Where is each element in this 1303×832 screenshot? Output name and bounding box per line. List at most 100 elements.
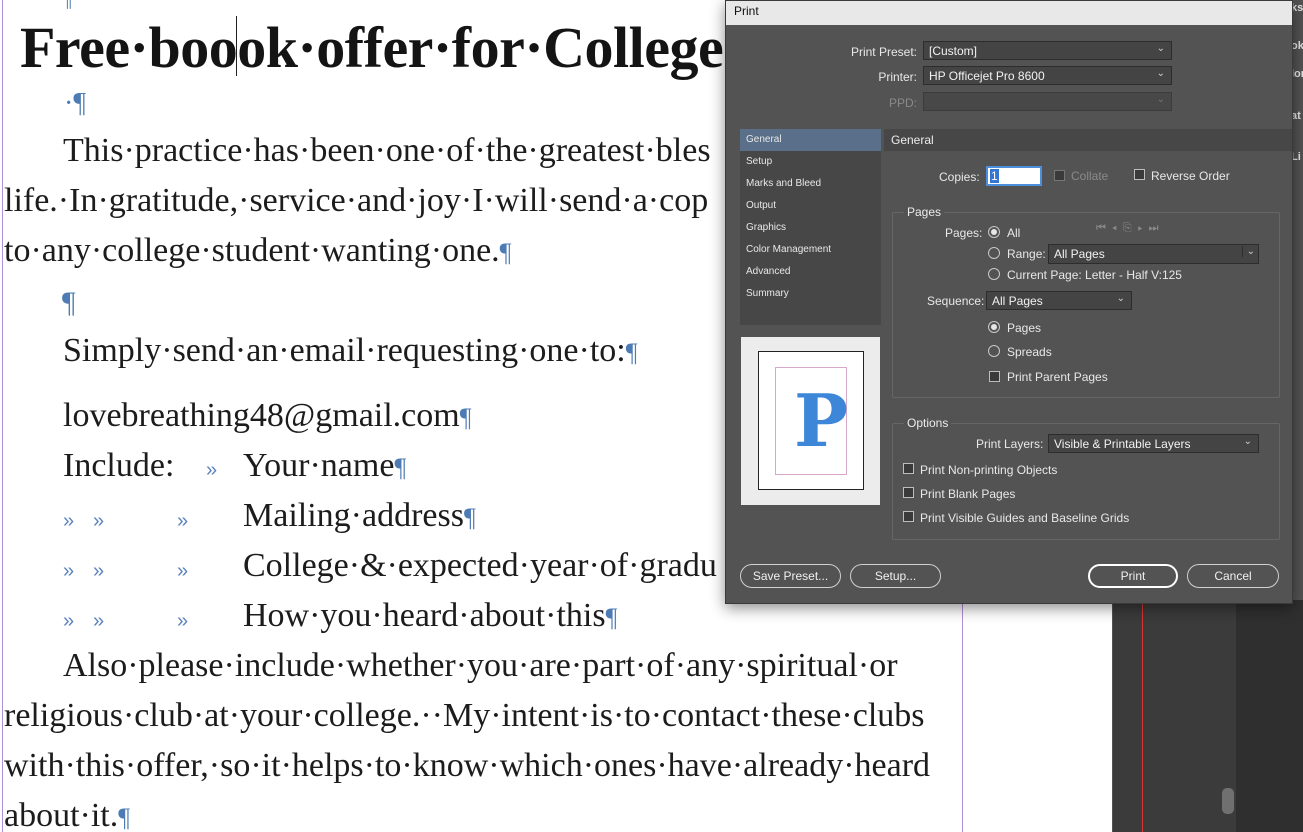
spreads-label[interactable]: Spreads xyxy=(1007,345,1052,359)
panel-scrollbar-thumb[interactable] xyxy=(1222,788,1234,814)
print-category-list: General Setup Marks and Bleed Output Gra… xyxy=(740,129,881,325)
print-guides-label[interactable]: Print Visible Guides and Baseline Grids xyxy=(920,511,1129,525)
print-guides-checkbox[interactable] xyxy=(903,511,914,522)
print-preset-label: Print Preset: xyxy=(850,45,917,59)
paragraph-line[interactable]: life.·In·gratitude,·service·and·joy·I·wi… xyxy=(4,182,708,220)
chevron-down-icon: ⌄ xyxy=(1116,293,1125,304)
save-preset-button[interactable]: Save Preset... xyxy=(740,564,841,588)
nav-item-general[interactable]: General xyxy=(740,129,881,151)
preview-page: P xyxy=(758,351,864,490)
tab-marker: » xyxy=(93,610,105,632)
pilcrow-mark: ¶ xyxy=(463,503,476,532)
tab-marker: » xyxy=(93,560,105,582)
pages-label: Pages: xyxy=(945,226,983,240)
paragraph-line[interactable]: with·this·offer,·so·it·helps·to·know·whi… xyxy=(4,747,930,785)
options-group-title: Options xyxy=(904,416,952,430)
ppd-dropdown: ⌄ xyxy=(923,92,1172,111)
tab-marker: » xyxy=(93,510,105,532)
email-address-text[interactable]: lovebreathing48@gmail.com xyxy=(63,397,460,434)
print-non-printing-checkbox[interactable] xyxy=(903,463,914,474)
collate-checkbox xyxy=(1054,170,1065,181)
sequence-label: Sequence: xyxy=(927,294,985,308)
paragraph-line[interactable]: This·practice·has·been·one·of·the·greate… xyxy=(63,132,711,170)
preview-margins: P xyxy=(775,367,849,475)
paragraph-line[interactable]: Also·please·include·whether·you·are·part… xyxy=(63,647,898,685)
print-parent-pages-label[interactable]: Print Parent Pages xyxy=(1007,370,1108,384)
tab-marker: » xyxy=(63,510,75,532)
nav-item-advanced[interactable]: Advanced xyxy=(740,261,881,283)
include-label[interactable]: Include: xyxy=(63,447,174,485)
chevron-down-icon: ⌄ xyxy=(1241,246,1255,257)
setup-button[interactable]: Setup... xyxy=(850,564,941,588)
section-header: General xyxy=(884,129,1292,151)
paragraph-line[interactable]: religious·club·at·your·college.··My·inte… xyxy=(4,697,925,735)
tab-marker: » xyxy=(177,610,189,632)
red-guide-line xyxy=(1142,600,1143,832)
list-item[interactable]: Your·name xyxy=(243,447,394,484)
all-pages-label[interactable]: All xyxy=(1007,226,1020,240)
page-preview[interactable]: P xyxy=(741,337,880,505)
print-non-printing-label[interactable]: Print Non-printing Objects xyxy=(920,463,1057,477)
tab-marker: » xyxy=(177,510,189,532)
range-input[interactable]: All Pages ⌄ xyxy=(1048,244,1259,264)
chevron-down-icon: ⌄ xyxy=(1156,94,1165,105)
print-dialog: Print Print Preset: [Custom] ⌄ Printer: H… xyxy=(725,0,1293,604)
print-layers-label: Print Layers: xyxy=(976,437,1044,451)
printer-dropdown[interactable]: HP Officejet Pro 8600 ⌄ xyxy=(923,66,1172,85)
print-preset-dropdown[interactable]: [Custom] ⌄ xyxy=(923,41,1172,60)
cancel-button[interactable]: Cancel xyxy=(1187,564,1279,588)
current-page-radio[interactable] xyxy=(988,268,1000,280)
paragraph-line[interactable]: about·it. xyxy=(4,797,118,832)
print-button[interactable]: Print xyxy=(1088,564,1178,588)
printer-label: Printer: xyxy=(878,70,917,84)
nav-item-setup[interactable]: Setup xyxy=(740,151,881,173)
nav-item-summary[interactable]: Summary xyxy=(740,283,881,305)
chevron-down-icon: ⌄ xyxy=(1156,68,1165,79)
title-pilcrow: ¶ xyxy=(62,0,72,12)
panel-scroll-track xyxy=(1236,600,1303,832)
nav-item-output[interactable]: Output xyxy=(740,195,881,217)
tab-marker: » xyxy=(63,610,75,632)
reverse-order-checkbox[interactable] xyxy=(1134,169,1145,180)
print-blank-pages-checkbox[interactable] xyxy=(903,487,914,498)
chevron-down-icon: ⌄ xyxy=(1156,43,1165,54)
paragraph-line[interactable]: Simply·send·an·email·requesting·one·to: xyxy=(63,332,626,369)
pilcrow-mark: ¶ xyxy=(394,453,407,482)
chevron-down-icon: ⌄ xyxy=(1243,436,1252,447)
empty-paragraph-mark: ¶ xyxy=(62,286,76,319)
nav-item-color-management[interactable]: Color Management xyxy=(740,239,881,261)
reverse-order-label[interactable]: Reverse Order xyxy=(1151,169,1230,183)
paragraph-line[interactable]: to·any·college·student·wanting·one. xyxy=(4,232,500,269)
pilcrow-mark: ¶ xyxy=(118,803,131,832)
copies-input[interactable]: 1 xyxy=(986,166,1042,186)
preview-glyph: P xyxy=(794,378,849,463)
print-blank-pages-label[interactable]: Print Blank Pages xyxy=(920,487,1015,501)
copies-label: Copies: xyxy=(939,170,980,184)
text-cursor xyxy=(236,16,237,76)
pilcrow-mark: ¶ xyxy=(459,403,472,432)
nav-item-graphics[interactable]: Graphics xyxy=(740,217,881,239)
empty-paragraph-mark: ·¶ xyxy=(64,88,87,119)
panel-column xyxy=(1113,600,1236,832)
dialog-titlebar[interactable]: Print xyxy=(726,1,1292,25)
nav-item-marks-and-bleed[interactable]: Marks and Bleed xyxy=(740,173,881,195)
print-layers-dropdown[interactable]: Visible & Printable Layers ⌄ xyxy=(1048,434,1259,453)
list-item[interactable]: How·you·heard·about·this xyxy=(243,597,606,634)
all-pages-radio[interactable] xyxy=(988,226,1000,238)
range-radio[interactable] xyxy=(988,247,1000,259)
pilcrow-mark: ¶ xyxy=(499,238,512,267)
tab-marker: » xyxy=(206,459,218,481)
print-parent-pages-checkbox[interactable] xyxy=(989,371,1000,382)
spreads-radio[interactable] xyxy=(988,345,1000,357)
pages-layout-radio[interactable] xyxy=(988,321,1000,333)
dialog-title: Print xyxy=(734,4,759,18)
sequence-dropdown[interactable]: All Pages ⌄ xyxy=(986,291,1132,310)
range-label[interactable]: Range: xyxy=(1007,247,1046,261)
document-heading[interactable]: Free·boook·offer·for·College xyxy=(20,14,724,81)
list-item[interactable]: College·&·expected·year·of·gradu xyxy=(243,547,717,585)
list-item[interactable]: Mailing·address xyxy=(243,497,464,534)
pilcrow-mark: ¶ xyxy=(625,338,638,367)
pages-layout-label[interactable]: Pages xyxy=(1007,321,1041,335)
current-page-label[interactable]: Current Page: Letter - Half V:125 xyxy=(1007,268,1182,282)
left-margin-guide xyxy=(2,0,3,832)
